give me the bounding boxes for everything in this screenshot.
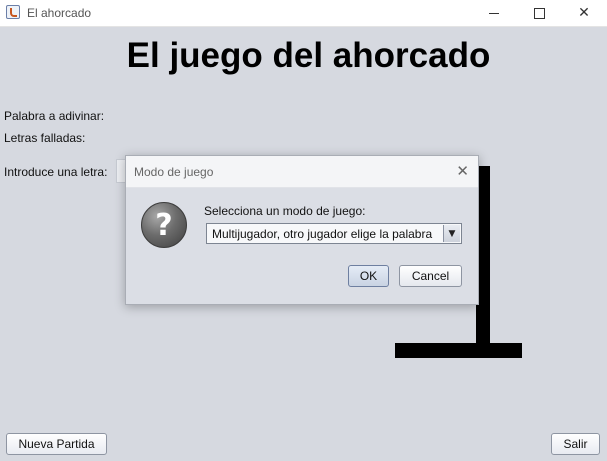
minimize-icon	[489, 12, 499, 14]
dialog-titlebar: Modo de juego ✕	[126, 156, 478, 188]
failed-letters-label: Letras falladas:	[4, 131, 86, 145]
chevron-down-icon[interactable]: ▼	[443, 225, 460, 242]
close-icon: ✕	[578, 5, 590, 21]
minimize-button[interactable]	[471, 0, 517, 26]
gallows-base	[395, 343, 522, 358]
maximize-icon	[533, 7, 545, 19]
dialog-close-button[interactable]: ✕	[456, 162, 469, 180]
maximize-button[interactable]	[516, 0, 562, 26]
new-game-button[interactable]: Nueva Partida	[6, 433, 107, 455]
close-icon: ✕	[456, 162, 469, 180]
word-to-guess-label: Palabra a adivinar:	[4, 109, 105, 123]
window-title: El ahorcado	[27, 6, 92, 20]
selected-mode-text: Multijugador, otro jugador elige la pala…	[212, 227, 433, 241]
ok-button[interactable]: OK	[348, 265, 389, 287]
window-titlebar: El ahorcado ✕	[0, 0, 607, 27]
game-mode-dialog: Modo de juego ✕ ? Selecciona un modo de …	[125, 155, 479, 305]
question-icon: ?	[141, 202, 187, 248]
exit-button[interactable]: Salir	[551, 433, 600, 455]
dialog-message: Selecciona un modo de juego:	[204, 204, 366, 218]
enter-letter-label: Introduce una letra:	[4, 165, 108, 179]
cancel-button[interactable]: Cancel	[399, 265, 462, 287]
dialog-title: Modo de juego	[134, 165, 214, 179]
page-title: El juego del ahorcado	[126, 36, 491, 75]
java-cup-icon	[6, 5, 20, 19]
game-mode-select[interactable]: Multijugador, otro jugador elige la pala…	[206, 223, 462, 244]
close-window-button[interactable]: ✕	[561, 0, 607, 26]
